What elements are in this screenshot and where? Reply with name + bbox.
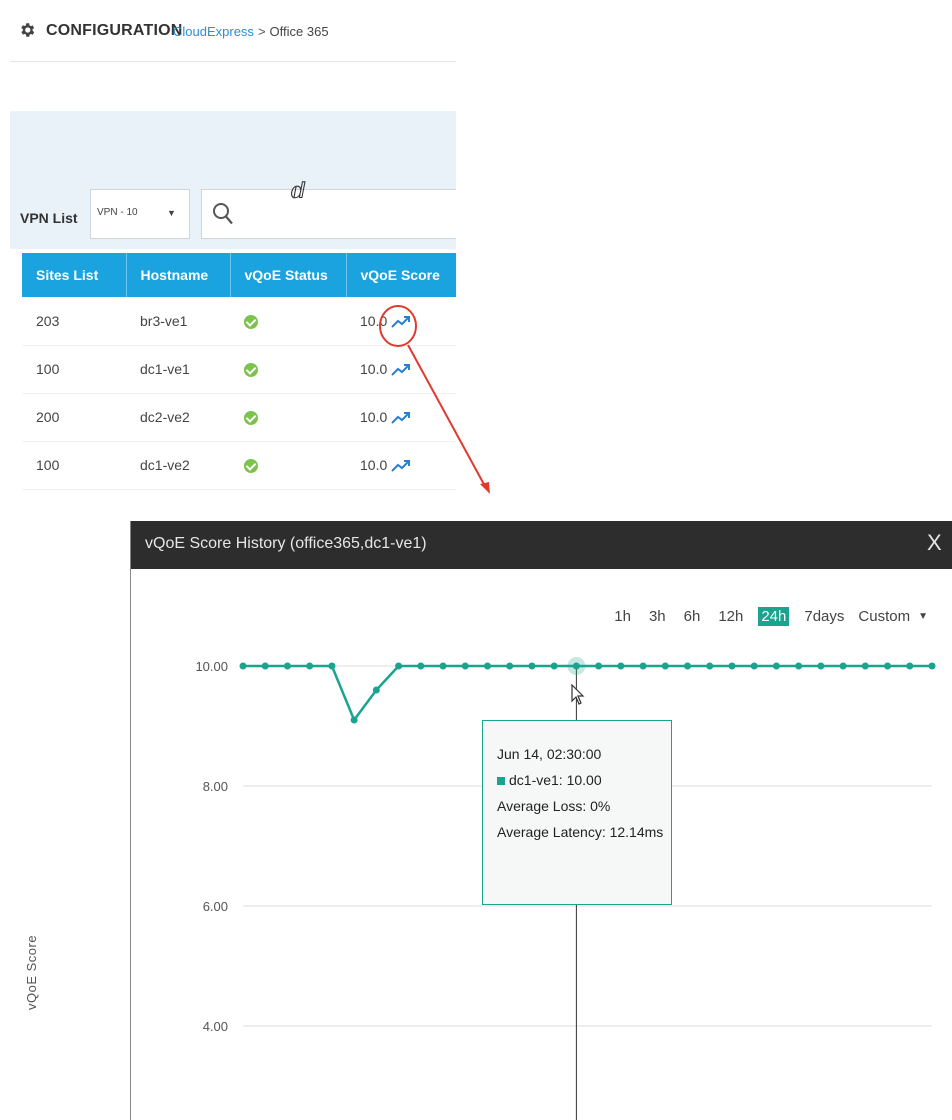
tooltip-time: Jun 14, 02:30:00 [497, 746, 602, 762]
data-point [684, 662, 692, 670]
data-point [728, 662, 736, 670]
data-point [772, 662, 780, 670]
data-point [928, 662, 936, 670]
data-point [906, 662, 914, 670]
data-point [817, 662, 825, 670]
data-point [395, 662, 403, 670]
data-point [639, 662, 647, 670]
data-point [839, 662, 847, 670]
chart-tooltip: Jun 14, 02:30:00 dc1-ve1: 10.00 Average … [482, 720, 672, 905]
data-point [306, 662, 314, 670]
data-point [550, 662, 558, 670]
data-point [861, 662, 869, 670]
tooltip-loss: Average Loss: 0% [497, 798, 611, 814]
y-axis-label: vQoE Score [24, 934, 39, 1010]
data-point [506, 662, 514, 670]
data-point [417, 662, 425, 670]
tooltip-latency: Average Latency: 12.14ms [497, 824, 664, 840]
series-line-dc1-ve1 [243, 664, 932, 723]
data-point [283, 662, 291, 670]
y-tick-label: 4.00 [203, 1019, 228, 1034]
data-point [483, 662, 491, 670]
data-point [661, 662, 669, 670]
data-point [884, 662, 892, 670]
data-point [239, 662, 247, 670]
tooltip-series: dc1-ve1: 10.00 [497, 767, 671, 793]
data-point [261, 662, 269, 670]
y-tick-label: 10.00 [195, 659, 228, 674]
data-point [461, 662, 469, 670]
data-point [528, 662, 536, 670]
mouse-pointer-icon [571, 684, 585, 705]
data-point [595, 662, 603, 670]
series-swatch [497, 777, 505, 786]
y-tick-label: 6.00 [203, 899, 228, 914]
data-point [750, 662, 758, 670]
y-tick-label: 8.00 [203, 779, 228, 794]
data-point [439, 662, 447, 670]
data-point [706, 662, 714, 670]
data-point [795, 662, 803, 670]
data-point [572, 662, 580, 670]
data-point [372, 686, 380, 694]
data-point [617, 662, 625, 670]
screenshot-stage: CONFIGURATION CloudExpress > Office 365 VP… [0, 0, 952, 1120]
score-history-chart: 10.00 8.00 6.00 4.00 [195, 657, 936, 1120]
tooltip-series-value: dc1-ve1: 10.00 [509, 772, 602, 788]
data-point [350, 716, 358, 724]
data-point [328, 662, 336, 670]
